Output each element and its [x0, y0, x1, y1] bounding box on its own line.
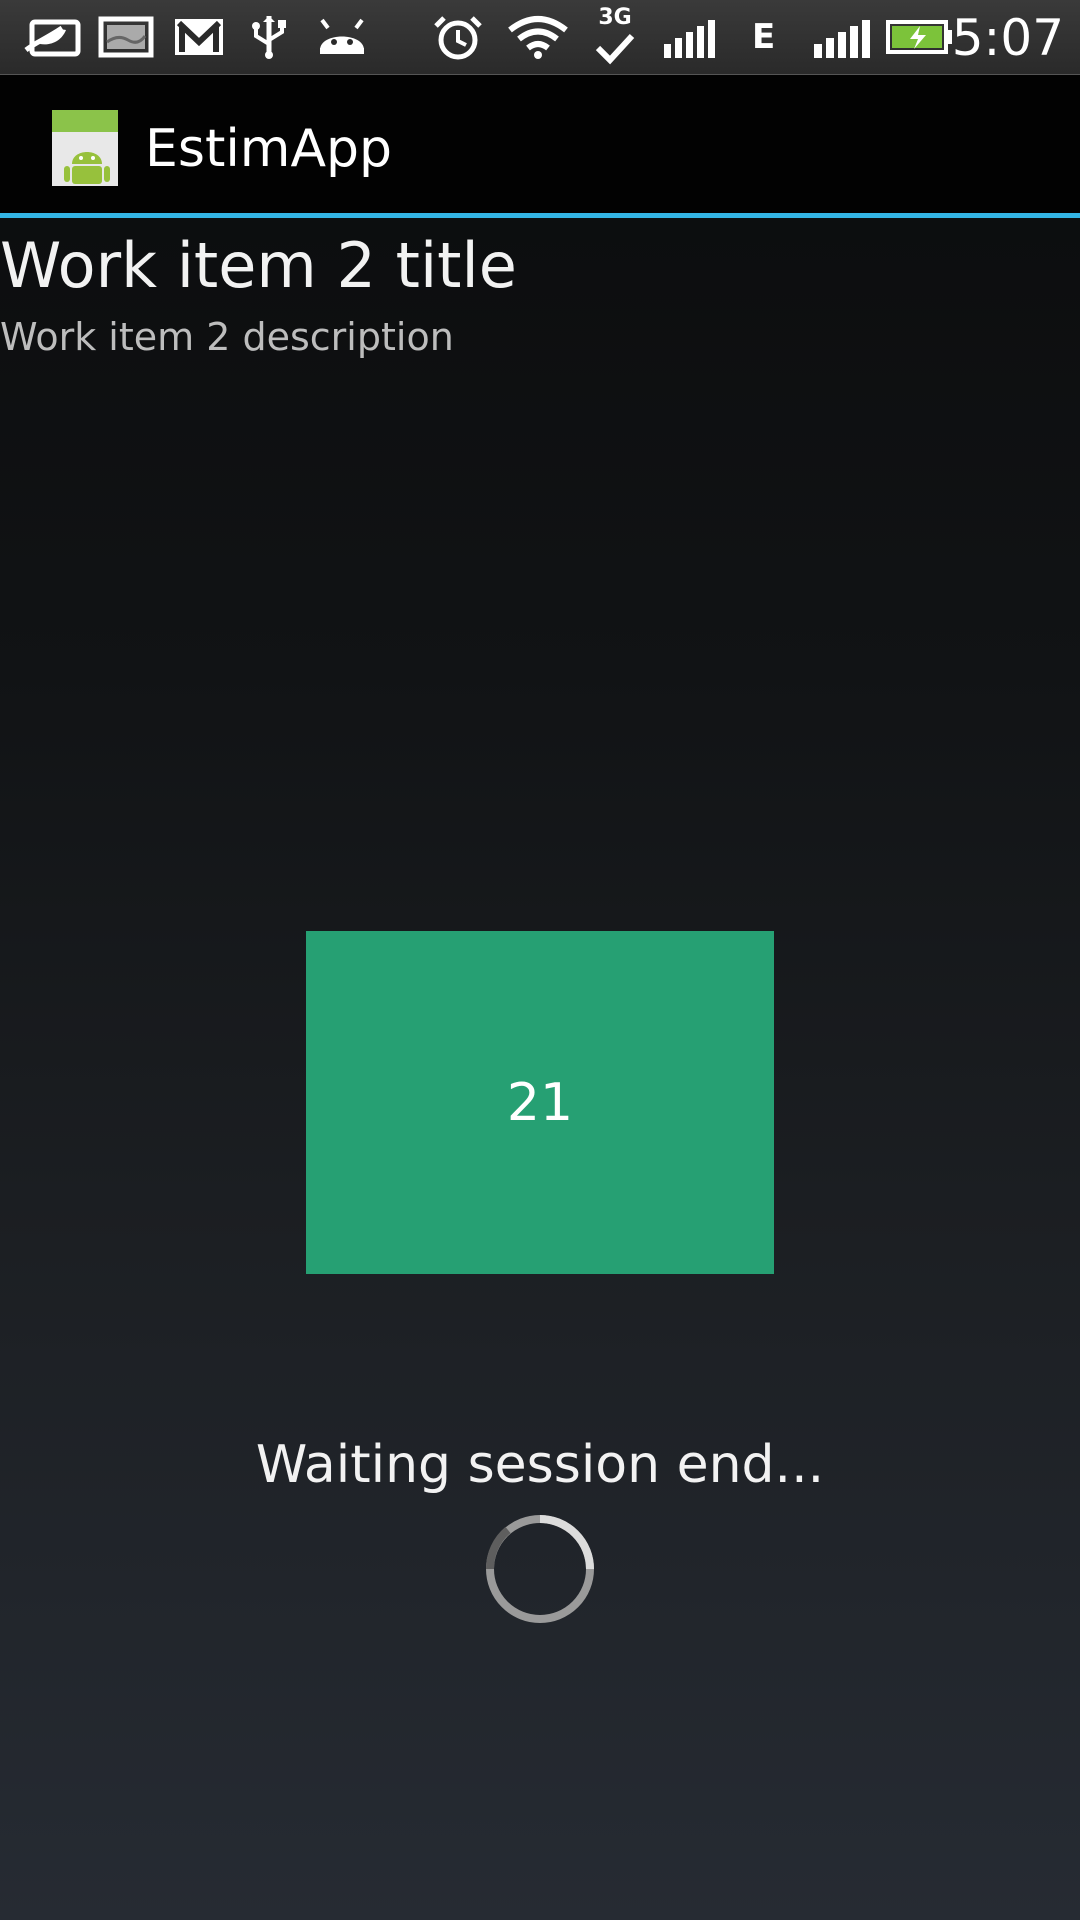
usb-icon — [252, 16, 286, 59]
3g-sync-icon: 3G — [592, 6, 638, 68]
work-item-description: Work item 2 description — [0, 315, 454, 359]
signal-icon — [814, 20, 870, 58]
status-bar: 3G E 5:07 — [0, 0, 1080, 75]
leaf-icon — [24, 19, 81, 57]
action-bar: EstimApp — [0, 75, 1080, 213]
estimate-value: 21 — [506, 1072, 574, 1133]
loading-spinner-icon — [485, 1515, 594, 1623]
app-screen: 3G E 5:07 EstimApp Work item 2 title Wor… — [0, 0, 1080, 1920]
network-3g-label: 3G — [598, 5, 632, 30]
action-bar-divider — [0, 213, 1080, 218]
estimate-card[interactable]: 21 — [306, 931, 774, 1274]
wifi-icon — [508, 16, 568, 59]
edge-icon: E — [752, 14, 782, 60]
image-icon — [98, 16, 154, 58]
android-debug-icon — [320, 18, 364, 54]
gmail-icon — [175, 19, 223, 55]
battery-charging-icon — [886, 20, 952, 54]
check-icon — [595, 33, 635, 65]
waiting-status-text: Waiting session end... — [255, 1435, 825, 1495]
network-e-label: E — [752, 17, 776, 57]
alarm-icon — [434, 16, 482, 60]
work-item-title: Work item 2 title — [0, 229, 517, 302]
app-title: EstimApp — [145, 119, 393, 179]
status-time: 5:07 — [951, 9, 1064, 67]
signal-icon — [664, 20, 715, 58]
android-app-icon[interactable] — [50, 108, 120, 188]
